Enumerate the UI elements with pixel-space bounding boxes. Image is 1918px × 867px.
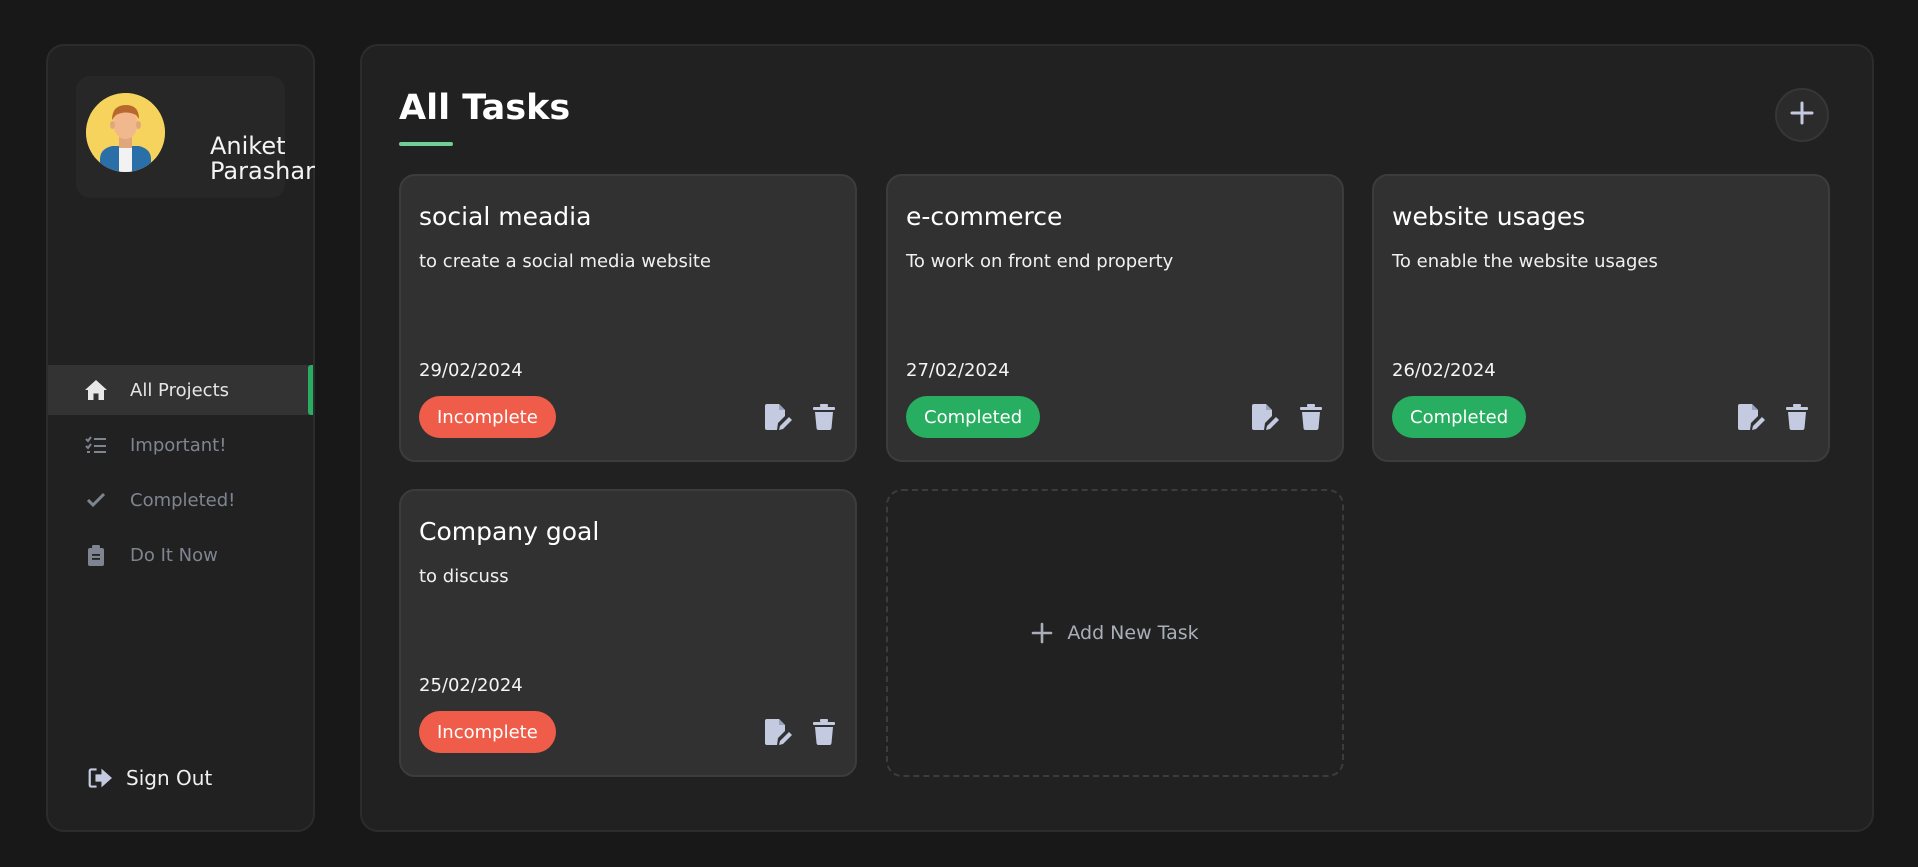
sidebar-item-label: Do It Now (130, 544, 218, 566)
sidebar-item-label: Important! (130, 434, 227, 456)
task-title: e-commerce (906, 202, 1063, 231)
task-description: To enable the website usages (1392, 251, 1658, 272)
task-card: website usages To enable the website usa… (1372, 174, 1830, 462)
sidebar-item-important[interactable]: Important! (48, 420, 313, 470)
sidebar-item-completed[interactable]: Completed! (48, 475, 313, 525)
status-badge[interactable]: Incomplete (419, 396, 556, 438)
task-card: e-commerce To work on front end property… (886, 174, 1344, 462)
sidebar-nav: All Projects Important! Completed! Do It… (48, 365, 313, 585)
status-badge[interactable]: Incomplete (419, 711, 556, 753)
add-new-task-card[interactable]: Add New Task (886, 489, 1344, 777)
check-icon (84, 488, 108, 512)
task-actions (1738, 404, 1808, 434)
edit-icon[interactable] (1252, 404, 1282, 434)
trash-icon[interactable] (1786, 404, 1808, 434)
sidebar-item-label: Completed! (130, 489, 236, 511)
sidebar-item-all-projects[interactable]: All Projects (48, 365, 313, 415)
add-task-button[interactable] (1775, 88, 1829, 142)
sidebar-item-label: All Projects (130, 379, 229, 401)
status-badge[interactable]: Completed (1392, 396, 1527, 438)
list-check-icon (84, 433, 108, 457)
task-date: 29/02/2024 (419, 360, 523, 381)
task-actions (765, 719, 835, 749)
main-panel: All Tasks social meadia to create a soci… (360, 44, 1874, 832)
clipboard-icon (84, 543, 108, 567)
task-description: To work on front end property (906, 251, 1174, 272)
task-date: 26/02/2024 (1392, 360, 1496, 381)
task-card: Company goal to discuss 25/02/2024 Incom… (399, 489, 857, 777)
trash-icon[interactable] (1300, 404, 1322, 434)
task-title: social meadia (419, 202, 592, 231)
home-icon (84, 378, 108, 402)
plus-icon (1790, 101, 1814, 129)
sign-out-icon (88, 766, 112, 790)
user-name: Aniket Parashar (210, 132, 315, 185)
edit-icon[interactable] (765, 719, 795, 749)
edit-icon[interactable] (765, 404, 795, 434)
task-title: Company goal (419, 517, 600, 546)
page-title: All Tasks (399, 88, 571, 128)
task-description: to create a social media website (419, 251, 711, 272)
title-underline (399, 142, 453, 146)
sidebar-item-do-it-now[interactable]: Do It Now (48, 530, 313, 580)
trash-icon[interactable] (813, 404, 835, 434)
trash-icon[interactable] (813, 719, 835, 749)
user-profile[interactable]: Aniket Parashar (76, 76, 315, 198)
add-new-task-label: Add New Task (1067, 622, 1199, 644)
task-date: 27/02/2024 (906, 360, 1010, 381)
sign-out-label: Sign Out (126, 766, 213, 790)
task-actions (1252, 404, 1322, 434)
task-description: to discuss (419, 566, 509, 587)
sidebar: Aniket Parashar All Projects Important! (46, 44, 315, 832)
avatar (86, 93, 165, 172)
edit-icon[interactable] (1738, 404, 1768, 434)
status-badge[interactable]: Completed (906, 396, 1041, 438)
task-actions (765, 404, 835, 434)
task-title: website usages (1392, 202, 1586, 231)
plus-icon (1031, 622, 1053, 644)
task-card: social meadia to create a social media w… (399, 174, 857, 462)
task-date: 25/02/2024 (419, 675, 523, 696)
sign-out-button[interactable]: Sign Out (88, 766, 212, 790)
